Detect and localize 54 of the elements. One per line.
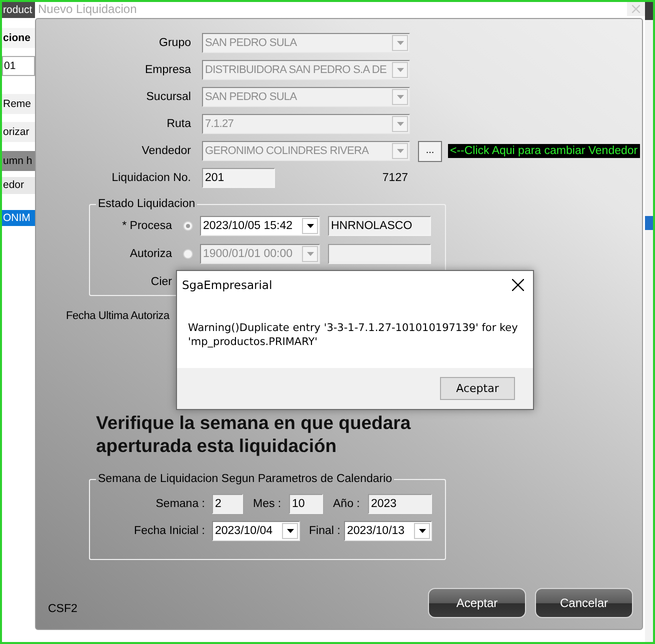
dropdown-arrow-icon: [286, 528, 294, 532]
dropdown-arrow-icon: [396, 41, 404, 45]
dropdown-arrow-icon: [396, 122, 404, 126]
code-text: 7127: [382, 172, 408, 184]
radio-button[interactable]: [183, 221, 193, 231]
field-label: Fecha Ultima Autoriza: [66, 310, 170, 322]
hint-label: <--Click Aqui para cambiar Vendedor: [448, 144, 640, 158]
dropdown-arrow-icon: [396, 95, 404, 99]
field-label: Autoriza: [128, 248, 172, 260]
group-title: Semana de Liquidacion Segun Parametros de Calendario: [97, 473, 394, 485]
field-label: Ruta: [166, 118, 191, 130]
input-field[interactable]: 2: [212, 494, 243, 514]
field-label: * Procesa: [121, 220, 172, 232]
field-label: Liquidacion No.: [110, 172, 191, 184]
group-title: Estado Liquidacion: [97, 198, 196, 210]
dropdown[interactable]: 2023/10/04: [212, 520, 300, 540]
input-field[interactable]: HNRNOLASCO: [328, 216, 431, 236]
close-icon: [512, 279, 524, 291]
field-label: Vendedor: [140, 145, 191, 157]
list-row[interactable]: ONIM: [2, 210, 35, 226]
input-field[interactable]: [328, 244, 431, 264]
accept-button[interactable]: Aceptar: [428, 588, 526, 618]
form-code: CSF2: [48, 603, 78, 615]
field-label: Sucursal: [145, 91, 191, 103]
field-label: Año :: [333, 498, 360, 510]
dropdown[interactable]: 2023/10/05 15:42: [200, 216, 320, 236]
dropdown-arrow-icon: [306, 252, 314, 256]
input-field[interactable]: 10: [289, 494, 323, 514]
dropdown-arrow-icon: [306, 224, 314, 228]
window-title: Nuevo Liquidacion: [38, 2, 137, 16]
dropdown-arrow-icon: [396, 149, 404, 153]
field-label: Mes :: [253, 498, 281, 510]
field-label: Semana :: [154, 498, 205, 510]
field-label: Fecha Inicial :: [133, 524, 205, 536]
input-field[interactable]: 201: [202, 168, 275, 188]
input-field[interactable]: 2023: [368, 494, 432, 514]
column-header[interactable]: edor: [2, 177, 35, 194]
dropdown[interactable]: 2023/10/13: [344, 520, 432, 540]
menu-item[interactable]: Reme: [2, 94, 35, 114]
dropdown-arrow-icon: [418, 528, 426, 532]
message-text: Warning()Duplicate entry '3-3-1-7.1.27-101010197139' for key 'mp_productos.PRIMARY': [187, 321, 519, 350]
field-label: Final :: [309, 524, 339, 536]
menu-item[interactable]: orizar: [2, 122, 35, 142]
browse-button[interactable]: ...: [418, 140, 442, 162]
input-field[interactable]: 01: [2, 56, 35, 76]
field-label: Grupo: [158, 37, 191, 49]
dropdown-arrow-icon: [396, 68, 404, 72]
dialog-title: SgaEmpresarial: [182, 278, 272, 292]
ok-button[interactable]: Aceptar: [440, 377, 515, 400]
field-label: Empresa: [144, 64, 191, 76]
field-label: Cier: [150, 276, 172, 288]
notice-text: Verifique la semana en que quedara aperturada esta liquidación: [96, 411, 412, 457]
close-icon: [632, 5, 640, 13]
cancel-button[interactable]: Cancelar: [535, 588, 633, 618]
